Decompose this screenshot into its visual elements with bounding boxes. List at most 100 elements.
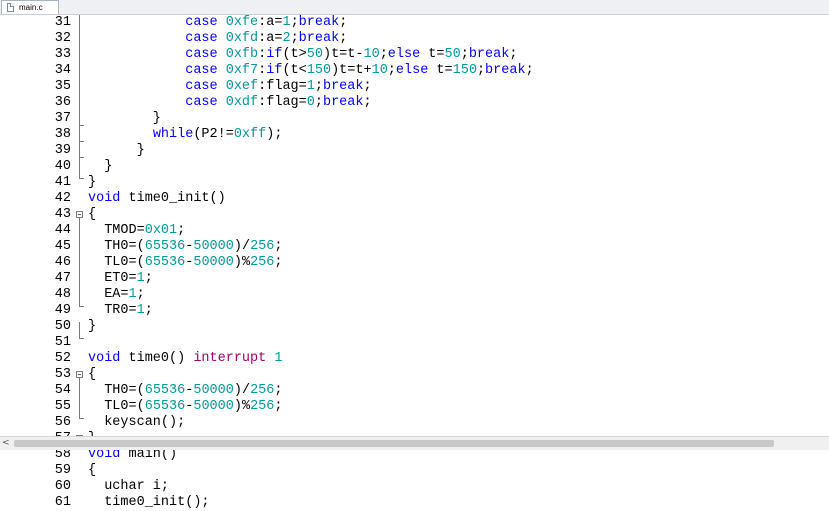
tab-bar: main.c	[0, 0, 829, 15]
code-area[interactable]: case 0xfe:a=1;break; case 0xfd:a=2;break…	[88, 15, 829, 510]
code-token: 65536	[144, 399, 186, 414]
code-token: TH0=(	[88, 239, 145, 254]
code-token: );	[266, 127, 283, 142]
code-token: break	[322, 79, 364, 94]
code-line[interactable]: TR0=1;	[88, 303, 153, 319]
code-line[interactable]: {	[88, 207, 96, 223]
code-editor[interactable]: 31 32 33 34 35 36 37 38 39 40 41 42 43 44 45 46 47 48 49 50…	[0, 15, 829, 510]
code-line[interactable]: case 0xfd:a=2;break;	[88, 31, 347, 47]
code-line[interactable]: while(P2!=0xff);	[88, 127, 283, 143]
code-token: ;	[290, 31, 299, 46]
fold-collapse-icon[interactable]	[76, 371, 83, 378]
code-token: 0xdf	[225, 95, 259, 110]
line-number: 60	[54, 479, 71, 494]
code-token: 50	[444, 47, 461, 62]
code-token: 1	[274, 351, 283, 366]
line-number: 56	[54, 415, 71, 430]
code-line[interactable]: time0_init();	[88, 495, 209, 511]
scrollbar-thumb[interactable]	[14, 440, 774, 447]
code-line[interactable]: uchar i;	[88, 479, 169, 495]
code-token: 10	[371, 63, 388, 78]
code-token: 256	[250, 239, 275, 254]
code-token: break	[485, 63, 526, 78]
code-line[interactable]: TL0=(65536-50000)%256;	[88, 399, 282, 415]
code-token: )/	[233, 239, 251, 254]
code-line[interactable]: case 0xf7:if(t<150)t=t+10;else t=150;bre…	[88, 63, 533, 79]
line-number: 44	[54, 223, 71, 238]
code-line[interactable]: ET0=1;	[88, 271, 153, 287]
code-line[interactable]: keyscan();	[88, 415, 185, 431]
code-token: )t=t+	[331, 63, 372, 78]
line-number: 61	[54, 495, 71, 510]
code-token: 50000	[193, 255, 234, 270]
code-token: ;	[509, 47, 518, 62]
code-line[interactable]: }	[88, 159, 112, 175]
code-token: break	[322, 95, 364, 110]
code-line[interactable]: TH0=(65536-50000)/256;	[88, 383, 282, 399]
code-line[interactable]: void time0() interrupt 1	[88, 351, 282, 367]
code-token: case	[185, 95, 218, 110]
code-line[interactable]: case 0xef:flag=1;break;	[88, 79, 371, 95]
tab-main-c[interactable]: main.c	[1, 0, 59, 14]
code-token: if	[266, 47, 283, 62]
line-number: 51	[54, 335, 71, 350]
line-number: 40	[54, 159, 71, 174]
code-line[interactable]: case 0xfe:a=1;break;	[88, 15, 347, 31]
code-token: ;	[274, 383, 283, 398]
code-token: case	[185, 15, 218, 30]
line-number: 47	[54, 271, 71, 286]
line-number: 54	[54, 383, 71, 398]
code-token: t=	[420, 47, 445, 62]
code-token: )%	[233, 255, 251, 270]
line-number: 59	[54, 463, 71, 478]
code-line[interactable]: }	[88, 143, 145, 159]
chevron-left-icon[interactable]: <	[2, 438, 10, 448]
code-line[interactable]: {	[88, 463, 96, 479]
code-token: 1	[306, 79, 315, 94]
code-token: 150	[306, 63, 332, 78]
code-line[interactable]: void time0_init()	[88, 191, 226, 207]
code-token: time0()	[120, 351, 194, 366]
code-token: TH0=(	[88, 383, 145, 398]
code-line[interactable]: }	[88, 319, 96, 335]
code-token: :flag=	[258, 95, 307, 110]
code-token: 50000	[193, 383, 234, 398]
code-line[interactable]: TL0=(65536-50000)%256;	[88, 255, 282, 271]
code-token: TR0=	[88, 303, 137, 318]
code-token: {	[88, 207, 97, 222]
code-token: else	[395, 63, 429, 78]
code-token: 50000	[193, 399, 234, 414]
code-line[interactable]: {	[88, 367, 96, 383]
code-line[interactable]: }	[88, 111, 161, 127]
code-token: 0xfd	[225, 31, 259, 46]
code-token: ;	[177, 223, 186, 238]
line-number: 55	[54, 399, 71, 414]
code-line[interactable]: case 0xfb:if(t>50)t=t-10;else t=50;break…	[88, 47, 517, 63]
code-line[interactable]: EA=1;	[88, 287, 145, 303]
code-token: 1	[136, 271, 145, 286]
code-token: 50000	[193, 239, 234, 254]
code-token: case	[185, 47, 218, 62]
code-line[interactable]: }	[88, 175, 96, 191]
fold-collapse-icon[interactable]	[76, 211, 83, 218]
code-token: 65536	[144, 239, 186, 254]
code-token: 0xfb	[225, 47, 259, 62]
horizontal-scrollbar[interactable]: <	[0, 436, 829, 450]
code-token: break	[298, 15, 340, 30]
code-line[interactable]: TH0=(65536-50000)/256;	[88, 239, 282, 255]
code-line[interactable]: TMOD=0x01;	[88, 223, 185, 239]
code-line[interactable]: case 0xdf:flag=0;break;	[88, 95, 372, 111]
code-token: 256	[250, 255, 275, 270]
code-token: ;	[274, 255, 283, 270]
code-token: TMOD=	[88, 223, 145, 238]
code-token: ;	[144, 271, 153, 286]
code-token: ;	[363, 95, 372, 110]
code-token: )t=t-	[322, 47, 364, 62]
line-number: 45	[54, 239, 71, 254]
